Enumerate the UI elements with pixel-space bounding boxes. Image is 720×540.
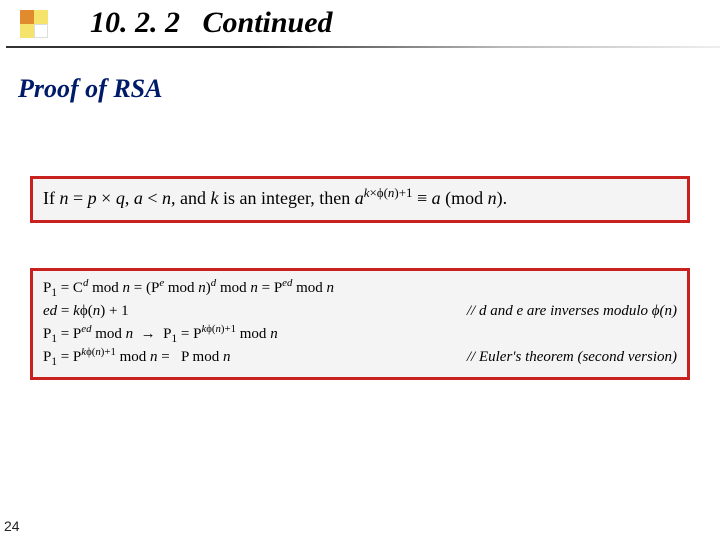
proof-box: P1 = Cd mod n = (Pe mod n)d mod n = Ped … (30, 268, 690, 380)
header-bullet-icon (20, 10, 52, 42)
theorem-text: If n = p × q, a < n, and k is an integer… (43, 188, 507, 208)
proof-left: ed = kϕ(n) + 1 (43, 301, 129, 322)
exponent: k×ϕ(n)+1 (364, 185, 413, 200)
bullet-square (20, 24, 34, 38)
slide-header: 10. 2. 2 Continued (0, 0, 720, 60)
bullet-square (34, 24, 48, 38)
proof-right: // d and e are inverses modulo ϕ(n) (455, 301, 677, 322)
proof-left: P1 = Pkϕ(n)+1 mod n = P mod n (43, 347, 230, 368)
bullet-square (20, 10, 34, 24)
proof-row: P1 = Pkϕ(n)+1 mod n = P mod n // Euler's… (43, 346, 677, 369)
proof-row: ed = kϕ(n) + 1 // d and e are inverses m… (43, 300, 677, 323)
bullet-square (34, 10, 48, 24)
proof-row: P1 = Cd mod n = (Pe mod n)d mod n = Ped … (43, 277, 677, 300)
proof-row: P1 = Ped mod n → P1 = Pkϕ(n)+1 mod n (43, 323, 677, 346)
section-word: Continued (203, 6, 333, 39)
page-number: 24 (0, 516, 24, 536)
title-underline (6, 46, 720, 48)
section-number: 10. 2. 2 (90, 6, 180, 39)
theorem-box: If n = p × q, a < n, and k is an integer… (30, 176, 690, 223)
slide-title: 10. 2. 2 Continued (90, 6, 333, 40)
proof-left: P1 = Cd mod n = (Pe mod n)d mod n = Ped … (43, 278, 334, 299)
proof-left: P1 = Ped mod n → P1 = Pkϕ(n)+1 mod n (43, 324, 278, 345)
slide-subtitle: Proof of RSA (18, 74, 162, 104)
proof-right: // Euler's theorem (second version) (455, 347, 677, 368)
